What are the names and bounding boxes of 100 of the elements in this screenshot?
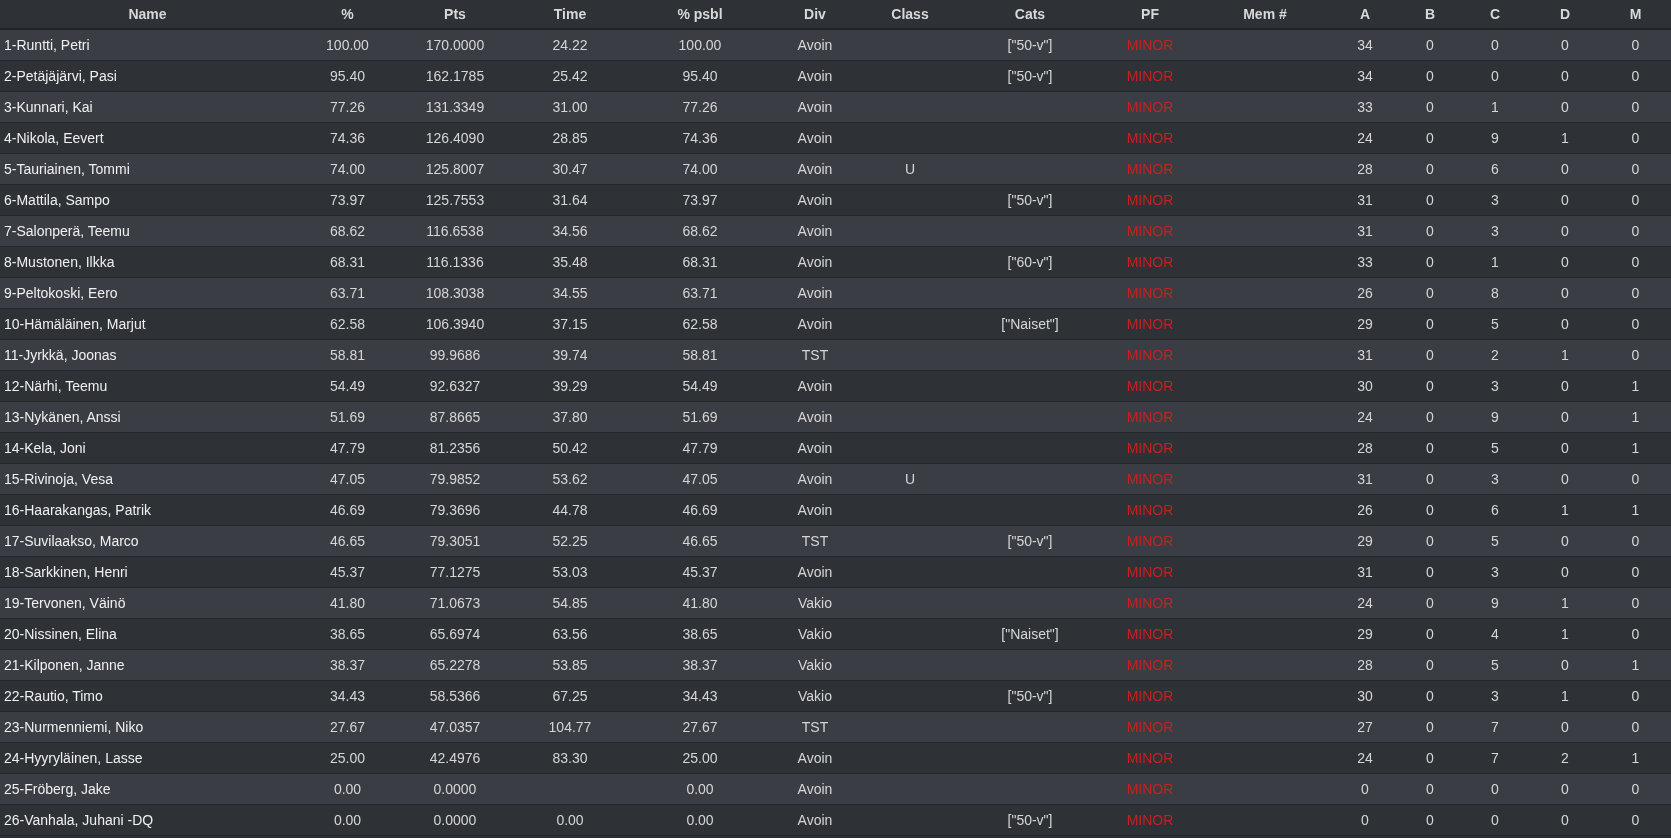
- table-cell: Vakio: [770, 680, 860, 712]
- table-cell: 51.69: [630, 401, 770, 433]
- table-cell: 38.37: [630, 649, 770, 681]
- table-cell: 19-Tervonen, Väinö: [0, 587, 295, 619]
- table-cell: MINOR: [1100, 246, 1200, 278]
- table-cell: 0.00: [295, 773, 400, 805]
- table-cell: Avoin: [770, 91, 860, 123]
- table-cell: 0: [1530, 401, 1600, 433]
- table-cell: 99.9686: [400, 339, 510, 371]
- table-cell: 58.5366: [400, 680, 510, 712]
- table-cell: Avoin: [770, 742, 860, 774]
- table-cell: 3: [1460, 463, 1530, 495]
- table-cell: Avoin: [770, 184, 860, 216]
- table-cell: 5-Tauriainen, Tommi: [0, 153, 295, 185]
- table-cell: 21-Kilponen, Janne: [0, 649, 295, 681]
- table-cell: 81.2356: [400, 432, 510, 464]
- table-cell: 0: [1400, 587, 1460, 619]
- table-cell: Avoin: [770, 215, 860, 247]
- table-cell: 0: [1400, 463, 1460, 495]
- table-cell: 34: [1330, 60, 1400, 92]
- table-cell: 0: [1400, 60, 1460, 92]
- table-cell: 34.56: [510, 215, 630, 247]
- table-cell: 68.62: [630, 215, 770, 247]
- table-cell: MINOR: [1100, 587, 1200, 619]
- table-cell: ["50-v"]: [960, 184, 1100, 216]
- table-cell: 63.71: [630, 277, 770, 309]
- table-cell: Avoin: [770, 463, 860, 495]
- table-cell: 50.42: [510, 432, 630, 464]
- table-cell: 0: [1530, 370, 1600, 402]
- table-cell: MINOR: [1100, 649, 1200, 681]
- table-cell: 39.29: [510, 370, 630, 402]
- table-cell: 0: [1400, 401, 1460, 433]
- table-cell: 0: [1400, 91, 1460, 123]
- table-cell: MINOR: [1100, 215, 1200, 247]
- table-cell: 0: [1330, 804, 1400, 836]
- table-cell: 0: [1530, 432, 1600, 464]
- table-cell: 46.69: [630, 494, 770, 526]
- table-cell: MINOR: [1100, 680, 1200, 712]
- table-cell: 0: [1400, 339, 1460, 371]
- table-cell: 0: [1460, 29, 1530, 61]
- table-cell: 9-Peltokoski, Eero: [0, 277, 295, 309]
- table-cell: 30: [1330, 370, 1400, 402]
- table-cell: 1: [1460, 91, 1530, 123]
- table-cell: 125.8007: [400, 153, 510, 185]
- table-cell: 1: [1600, 742, 1671, 774]
- table-cell: 0: [1400, 680, 1460, 712]
- table-cell: 33: [1330, 246, 1400, 278]
- table-cell: 0: [1530, 246, 1600, 278]
- table-cell: 47.0357: [400, 711, 510, 743]
- table-cell: 162.1785: [400, 60, 510, 92]
- table-cell: 68.31: [630, 246, 770, 278]
- table-cell: MINOR: [1100, 308, 1200, 340]
- table-cell: 5: [1460, 432, 1530, 464]
- table-cell: MINOR: [1100, 494, 1200, 526]
- table-cell: 0: [1530, 60, 1600, 92]
- table-cell: 100.00: [295, 29, 400, 61]
- table-cell: 0: [1400, 432, 1460, 464]
- table-cell: 2-Petäjäjärvi, Pasi: [0, 60, 295, 92]
- table-cell: 31: [1330, 556, 1400, 588]
- table-cell: 74.36: [630, 122, 770, 154]
- table-cell: 28: [1330, 649, 1400, 681]
- table-cell: 25.00: [295, 742, 400, 774]
- table-cell: Avoin: [770, 153, 860, 185]
- table-cell: 2: [1530, 742, 1600, 774]
- table-cell: 7-Salonperä, Teemu: [0, 215, 295, 247]
- table-cell: 0: [1400, 525, 1460, 557]
- table-cell: 79.3051: [400, 525, 510, 557]
- table-cell: 30: [1330, 680, 1400, 712]
- table-cell: 24: [1330, 401, 1400, 433]
- table-cell: Avoin: [770, 122, 860, 154]
- table-cell: 1: [1600, 432, 1671, 464]
- table-cell: 63.71: [295, 277, 400, 309]
- table-cell: 31.64: [510, 184, 630, 216]
- table-cell: 0: [1600, 60, 1671, 92]
- table-cell: 0: [1400, 649, 1460, 681]
- table-cell: 47.79: [630, 432, 770, 464]
- table-cell: MINOR: [1100, 711, 1200, 743]
- table-cell: Avoin: [770, 804, 860, 836]
- table-cell: 116.1336: [400, 246, 510, 278]
- table-cell: 3: [1460, 215, 1530, 247]
- table-cell: 0: [1600, 556, 1671, 588]
- table-cell: 45.37: [630, 556, 770, 588]
- table-cell: 1: [1530, 122, 1600, 154]
- table-cell: 9: [1460, 401, 1530, 433]
- table-cell: 31: [1330, 184, 1400, 216]
- table-cell: 4: [1460, 618, 1530, 650]
- table-cell: 0: [1400, 742, 1460, 774]
- table-cell: 0: [1400, 804, 1460, 836]
- table-cell: ["50-v"]: [960, 60, 1100, 92]
- table-cell: 1: [1530, 339, 1600, 371]
- table-cell: MINOR: [1100, 60, 1200, 92]
- table-cell: 0: [1400, 556, 1460, 588]
- table-cell: 53.03: [510, 556, 630, 588]
- table-cell: 1: [1600, 649, 1671, 681]
- table-cell: MINOR: [1100, 773, 1200, 805]
- table-cell: 0: [1400, 215, 1460, 247]
- table-cell: 1: [1530, 680, 1600, 712]
- table-cell: 38.37: [295, 649, 400, 681]
- table-cell: MINOR: [1100, 339, 1200, 371]
- table-cell: 3: [1460, 184, 1530, 216]
